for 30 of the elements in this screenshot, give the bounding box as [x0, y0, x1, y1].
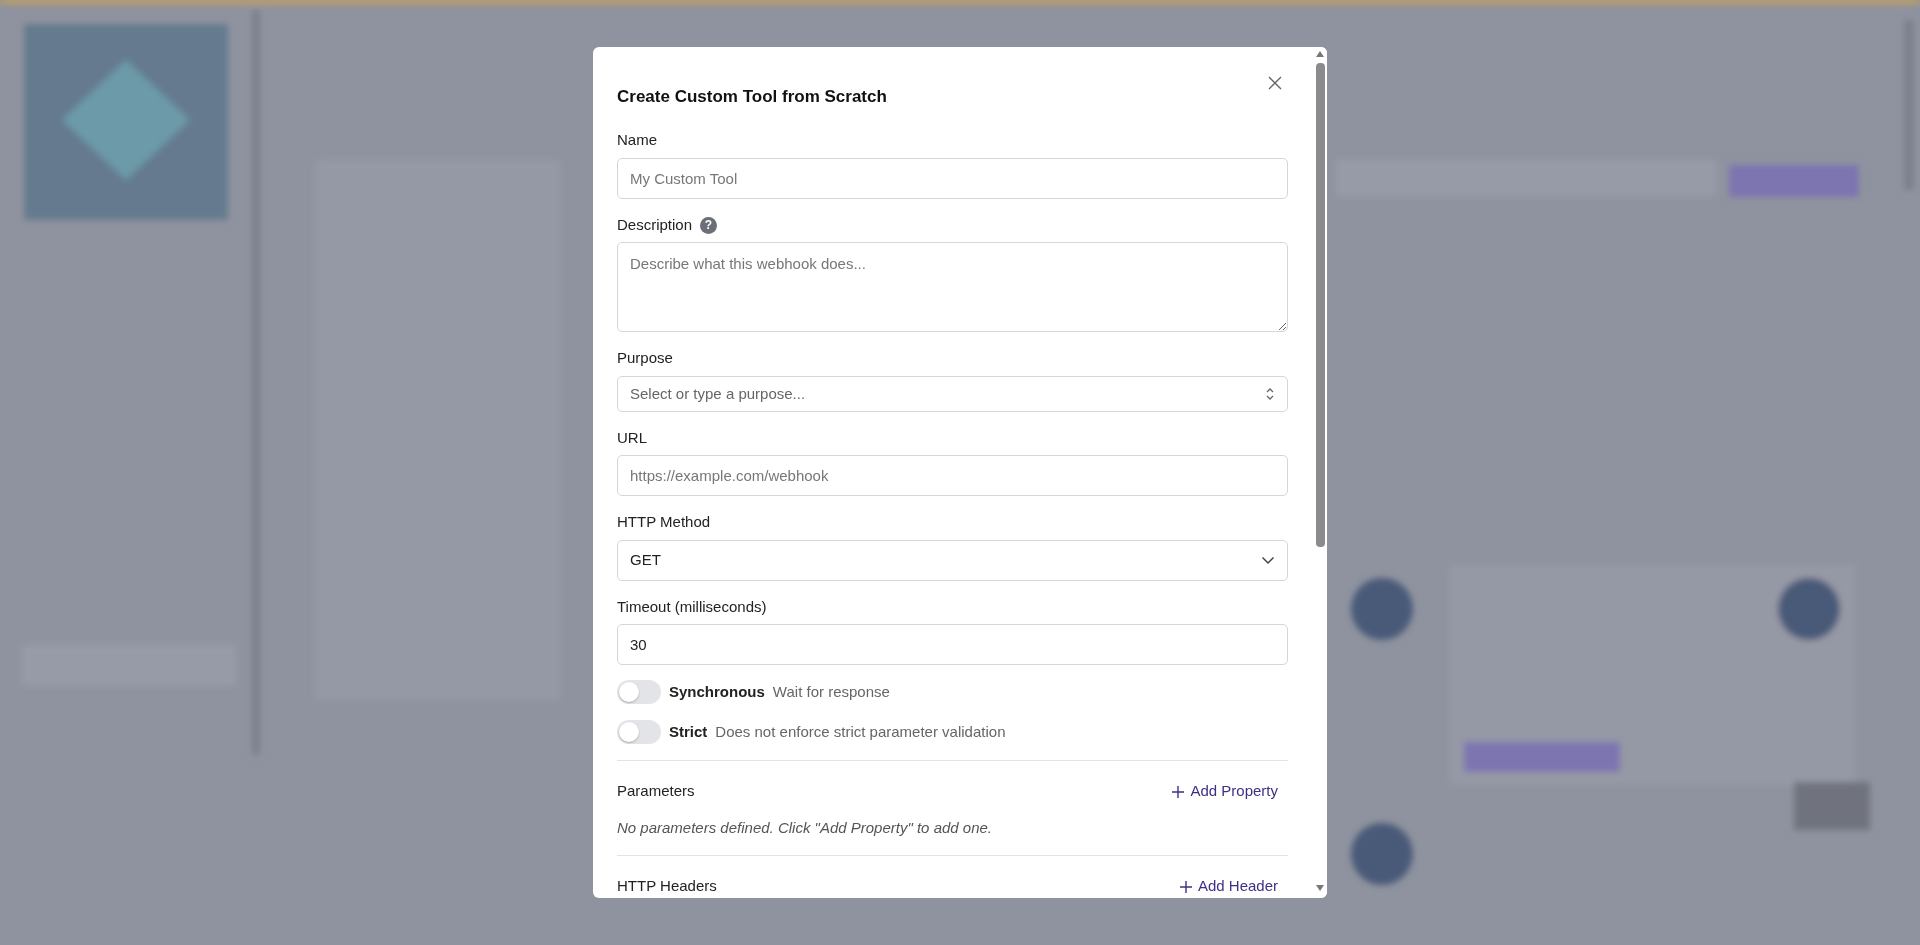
- input-field[interactable]: 30: [617, 624, 1288, 666]
- scrollbar[interactable]: [1313, 47, 1327, 898]
- section-title: HTTP Headers: [617, 876, 717, 897]
- dialog-title: Create Custom Tool from Scratch: [617, 87, 887, 108]
- toggle-hint: Does not enforce strict parameter validation: [715, 722, 1006, 743]
- method-select[interactable]: GET: [617, 539, 1288, 581]
- toggle-label: Synchronous: [669, 682, 765, 703]
- empty-message: No parameters defined. Click "Add Property" to add one.: [617, 817, 993, 838]
- add-button[interactable]: Add Property: [1162, 780, 1288, 803]
- plus-icon: [1172, 785, 1185, 798]
- field-label: URL: [617, 427, 647, 448]
- section-title: Parameters: [617, 781, 695, 802]
- purpose-combobox[interactable]: Select or type a purpose...: [617, 375, 1288, 412]
- chevron-down-icon: [1261, 555, 1275, 565]
- field-label: Name: [617, 130, 657, 151]
- field-label: Description: [617, 214, 693, 235]
- help-icon[interactable]: ?: [700, 216, 718, 234]
- chevron-updown-icon: [1265, 386, 1275, 401]
- field-label: Timeout (milliseconds): [617, 596, 767, 617]
- input-field[interactable]: https://example.com/webhook: [617, 455, 1288, 497]
- toggle-label: Strict: [669, 722, 708, 743]
- field-label: HTTP Method: [617, 512, 711, 533]
- description-field[interactable]: Describe what this webhook does...: [617, 242, 1288, 333]
- add-button[interactable]: Add Header: [1169, 875, 1288, 898]
- toggle-switch[interactable]: [617, 720, 661, 745]
- plus-icon: [1179, 880, 1192, 893]
- toggle-hint: Wait for response: [772, 682, 890, 703]
- input-field[interactable]: My Custom Tool: [617, 157, 1288, 199]
- toggle-switch[interactable]: [617, 680, 661, 705]
- field-label: Purpose: [617, 348, 673, 369]
